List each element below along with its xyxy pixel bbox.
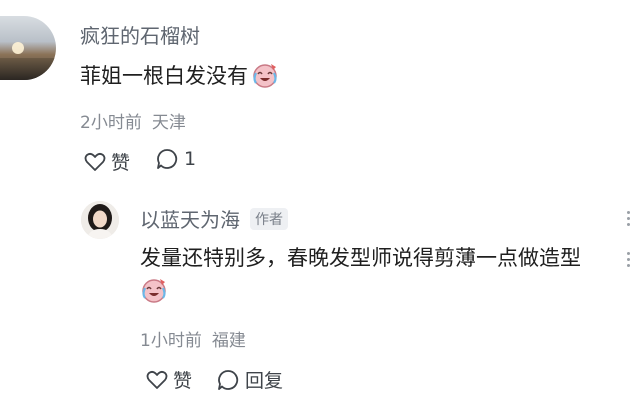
avatar-sun bbox=[12, 42, 24, 54]
commenter-username[interactable]: 疯狂的石榴树 bbox=[80, 20, 200, 49]
comment-like-button[interactable]: 赞 bbox=[84, 148, 130, 175]
commenter-avatar[interactable] bbox=[0, 16, 56, 80]
reply-username[interactable]: 以蓝天为海 bbox=[140, 204, 240, 233]
comment-reply-button[interactable]: 1 bbox=[156, 148, 196, 170]
crying-laughing-emoji-icon bbox=[140, 276, 168, 304]
comment-like-label: 赞 bbox=[111, 152, 131, 174]
speech-bubble-icon bbox=[217, 369, 239, 391]
speech-bubble-icon bbox=[156, 148, 178, 170]
heart-icon bbox=[84, 152, 106, 172]
reply-avatar[interactable] bbox=[81, 201, 119, 239]
reply-like-label: 赞 bbox=[173, 370, 193, 392]
reply-reply-label: 回复 bbox=[245, 370, 284, 392]
comment-location: 天津 bbox=[151, 113, 186, 133]
reply-time: 1小时前 bbox=[140, 331, 202, 351]
avatar-ground bbox=[0, 58, 56, 80]
comment-meta: 2小时前 天津 bbox=[80, 108, 186, 133]
comment-body: 菲姐一根白发没有 bbox=[80, 60, 279, 90]
comment-time: 2小时前 bbox=[80, 113, 142, 133]
reply-like-button[interactable]: 赞 bbox=[146, 366, 192, 393]
author-badge: 作者 bbox=[250, 207, 288, 230]
comment-text: 菲姐一根白发没有 bbox=[80, 64, 248, 88]
reply-header: 以蓝天为海 作者 bbox=[140, 204, 288, 233]
crying-laughing-emoji-icon bbox=[251, 61, 279, 89]
reply-meta: 1小时前 福建 bbox=[140, 326, 246, 351]
more-options-icon[interactable] bbox=[627, 211, 631, 229]
more-options-icon[interactable] bbox=[627, 252, 631, 270]
reply-avatar-portrait bbox=[81, 201, 119, 239]
heart-icon bbox=[146, 370, 168, 390]
comment-reply-count: 1 bbox=[184, 148, 197, 170]
reply-reply-button[interactable]: 回复 bbox=[217, 366, 283, 393]
reply-text: 发量还特别多，春晚发型师说得剪薄一点做造型 bbox=[140, 246, 581, 270]
reply-location: 福建 bbox=[211, 331, 246, 351]
